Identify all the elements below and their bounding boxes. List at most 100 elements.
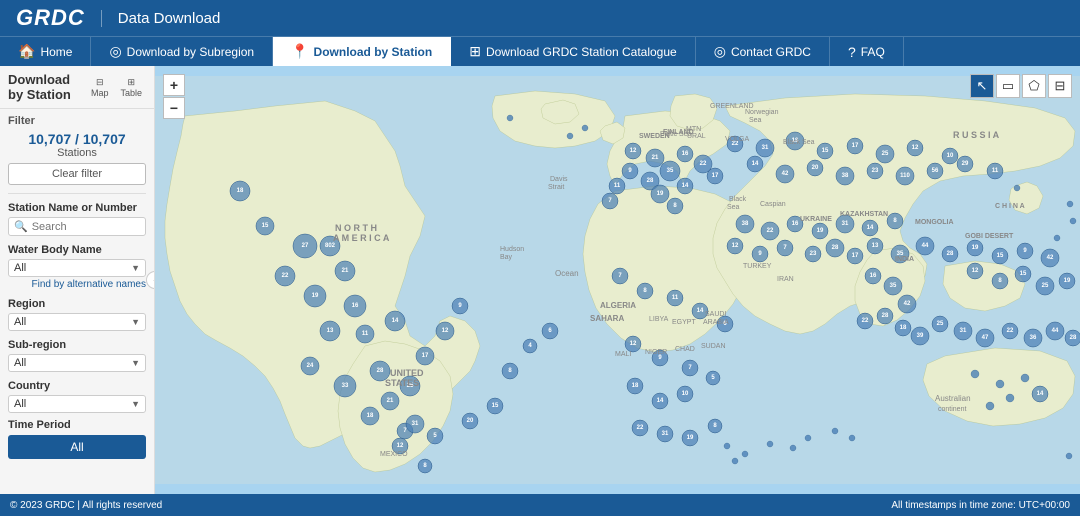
- polygon-tool-button[interactable]: ⬠: [1022, 74, 1046, 98]
- svg-text:11: 11: [992, 168, 999, 174]
- table-view-label: Table: [120, 88, 142, 98]
- cluster-in-6: 18: [895, 320, 911, 336]
- svg-text:25: 25: [937, 321, 944, 327]
- cluster-na-3: 27: [293, 234, 317, 258]
- nav-station-catalogue[interactable]: ⊞ Download GRDC Station Catalogue: [451, 37, 696, 66]
- svg-text:19: 19: [1064, 278, 1071, 284]
- svg-text:44: 44: [1052, 328, 1059, 334]
- svg-text:Bay: Bay: [500, 254, 513, 261]
- nav-download-subregion[interactable]: ◎ Download by Subregion: [91, 37, 273, 66]
- svg-text:22: 22: [862, 318, 869, 324]
- cursor-tool-button[interactable]: ↖: [970, 74, 994, 98]
- cluster-na-9: 11: [356, 325, 374, 343]
- nav-contact[interactable]: ◎ Contact GRDC: [696, 37, 830, 66]
- cluster-af-1: 7: [612, 268, 628, 284]
- clear-filter-button[interactable]: Clear filter: [8, 163, 146, 185]
- station-dot-ea-1: [832, 428, 838, 434]
- svg-text:12: 12: [630, 148, 637, 154]
- nav-download-station[interactable]: 📍 Download by Station: [273, 37, 451, 66]
- app-footer: © 2023 GRDC | All rights reserved All ti…: [0, 494, 1080, 516]
- cluster-af-13: 22: [632, 420, 648, 436]
- svg-text:18: 18: [632, 383, 639, 389]
- svg-text:ARABIA: ARABIA: [703, 319, 729, 326]
- station-dot-congo-3: [805, 435, 811, 441]
- cluster-af-6: 12: [625, 336, 641, 352]
- svg-text:STATES: STATES: [385, 378, 419, 388]
- cluster-me-17: 28: [942, 246, 958, 262]
- page-title: Download by Station: [8, 72, 87, 102]
- svg-text:28: 28: [377, 368, 384, 374]
- svg-text:12: 12: [912, 145, 919, 151]
- cluster-ru-9: 14: [747, 156, 763, 172]
- zoom-in-button[interactable]: +: [163, 74, 185, 96]
- nav-home[interactable]: 🏠 Home: [0, 37, 91, 66]
- map-view-button[interactable]: ⊟ Map: [87, 75, 113, 100]
- svg-text:LIBYA: LIBYA: [649, 316, 669, 323]
- water-body-select[interactable]: All ▼: [8, 259, 146, 277]
- table-view-button[interactable]: ⊞ Table: [116, 75, 146, 100]
- svg-text:31: 31: [412, 421, 419, 427]
- svg-text:19: 19: [817, 228, 824, 234]
- cluster-ru-11: 20: [807, 160, 823, 176]
- svg-text:UKRAINE: UKRAINE: [800, 216, 832, 223]
- cluster-na-25: 6: [542, 323, 558, 339]
- svg-text:10: 10: [947, 153, 954, 159]
- cluster-na-15: 17: [416, 347, 434, 365]
- region-select[interactable]: All ▼: [8, 313, 146, 331]
- cluster-ru-10: 42: [776, 165, 794, 183]
- svg-text:16: 16: [352, 303, 359, 309]
- svg-text:42: 42: [904, 301, 911, 307]
- contact-icon: ◎: [714, 43, 726, 60]
- country-select[interactable]: All ▼: [8, 395, 146, 413]
- svg-text:38: 38: [742, 221, 749, 227]
- cluster-na-12: 33: [334, 375, 356, 397]
- cluster-af-12: 10: [677, 386, 693, 402]
- svg-text:Davis: Davis: [550, 176, 568, 183]
- station-search-input[interactable]: [32, 221, 155, 233]
- svg-text:12: 12: [397, 443, 404, 449]
- cluster-ru-8: 10: [942, 148, 958, 164]
- cluster-me-20: 9: [1017, 243, 1033, 259]
- nav-subregion-label: Download by Subregion: [127, 45, 254, 59]
- svg-text:SAUDI: SAUDI: [705, 311, 726, 318]
- table-icon: ⊞: [127, 77, 135, 88]
- cluster-af-11: 14: [652, 393, 668, 409]
- svg-text:18: 18: [900, 325, 907, 331]
- water-body-value: All: [14, 262, 26, 274]
- svg-text:10: 10: [682, 391, 689, 397]
- svg-text:35: 35: [667, 168, 674, 174]
- svg-text:INDIA: INDIA: [895, 256, 914, 263]
- region-label: Region: [8, 298, 146, 310]
- all-time-button[interactable]: All: [8, 435, 146, 459]
- map-container[interactable]: 18 15 27 22 19 21 16 13 11 14 24 33 28 2…: [155, 66, 1080, 494]
- alt-names-link[interactable]: Find by alternative names: [8, 279, 146, 290]
- subregion-select[interactable]: All ▼: [8, 354, 146, 372]
- svg-text:SUDAN: SUDAN: [701, 343, 726, 350]
- cluster-ru-5: 17: [847, 138, 863, 154]
- station-count-total: 10,707: [83, 131, 126, 147]
- nav-faq[interactable]: ? FAQ: [830, 37, 904, 66]
- cluster-na-2: 15: [256, 217, 274, 235]
- svg-text:17: 17: [422, 353, 429, 359]
- svg-text:31: 31: [662, 431, 669, 437]
- svg-text:39: 39: [917, 333, 924, 339]
- cluster-eu-8: 9: [622, 163, 638, 179]
- svg-text:13: 13: [872, 243, 879, 249]
- svg-text:A M E R I C A: A M E R I C A: [333, 233, 390, 243]
- svg-text:38: 38: [842, 173, 849, 179]
- svg-text:MONGOLIA: MONGOLIA: [915, 219, 954, 226]
- svg-text:MEXICO: MEXICO: [380, 451, 408, 458]
- cluster-in-14: 28: [1065, 330, 1080, 346]
- rectangle-tool-button[interactable]: ▭: [996, 74, 1020, 98]
- zoom-out-button[interactable]: −: [163, 97, 185, 119]
- layers-tool-button[interactable]: ⊟: [1048, 74, 1072, 98]
- cluster-ru-15: 56: [927, 163, 943, 179]
- grdc-logo: GRDC: [16, 5, 85, 31]
- cluster-eu-5: 16: [677, 146, 693, 162]
- svg-text:15: 15: [1020, 271, 1027, 277]
- svg-text:EGYPT: EGYPT: [672, 319, 696, 326]
- cluster-me-7: 8: [887, 213, 903, 229]
- cluster-me-19: 15: [992, 248, 1008, 264]
- svg-text:UNITED: UNITED: [390, 368, 424, 378]
- cluster-me-14: 13: [867, 238, 883, 254]
